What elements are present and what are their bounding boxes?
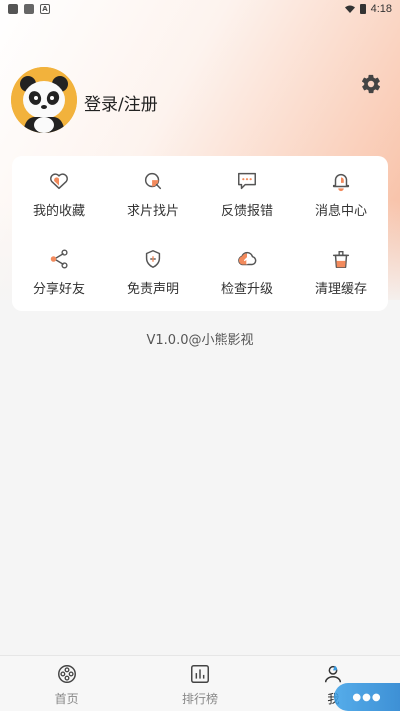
watermark-logo: ●●● [334,683,400,711]
notification-icon [8,4,18,14]
heart-icon [50,173,68,190]
nav-tab-label: 首页 [54,692,79,706]
cloud-upload-icon [238,251,257,265]
shield-icon [145,249,161,268]
menu-item-label: 我的收藏 [32,204,85,220]
feedback-icon [238,173,256,190]
nav-tab-home[interactable]: 首页 [0,656,133,711]
screen: A 4:18 登录/注册 我的收藏 求片找片 反馈报错 消息中心 分享好友 免责… [0,0,400,711]
menu-item-label: 免责声明 [126,281,179,297]
version-text: V1.0.0@小熊影视 [146,333,254,348]
menu-item-label: 求片找片 [126,204,179,220]
battery-icon [359,4,366,14]
avatar[interactable] [11,67,77,133]
menu-card: 我的收藏 求片找片 反馈报错 消息中心 分享好友 免责声明 检查升级 清理缓存 [12,156,388,311]
chart-icon [191,665,209,683]
menu-item-label: 分享好友 [32,281,85,297]
nav-tab-label: 排行榜 [181,692,218,706]
menu-item-feedback[interactable]: 反馈报错 [200,156,294,234]
profile-icon [325,665,342,683]
image-icon [24,4,34,14]
a-icon: A [40,4,50,14]
gear-icon[interactable] [360,73,382,95]
panda-avatar-icon [11,67,77,133]
menu-item-messages[interactable]: 消息中心 [294,156,388,234]
menu-item-label: 检查升级 [220,281,273,297]
login-register-link[interactable]: 登录/注册 [84,90,158,115]
share-icon [50,249,68,269]
status-time: 4:18 [370,3,392,15]
bell-icon [332,174,350,192]
menu-item-label: 消息中心 [314,204,367,220]
menu-item-favorites[interactable]: 我的收藏 [12,156,106,234]
menu-item-check-update[interactable]: 检查升级 [200,234,294,312]
status-bar: A 4:18 [0,0,400,18]
film-reel-icon [57,665,76,683]
nav-tab-ranking[interactable]: 排行榜 [133,656,266,711]
menu-item-request-film[interactable]: 求片找片 [106,156,200,234]
menu-item-share[interactable]: 分享好友 [12,234,106,312]
menu-item-disclaimer[interactable]: 免责声明 [106,234,200,312]
menu-item-label: 清理缓存 [314,281,367,297]
menu-item-label: 反馈报错 [220,204,273,220]
wifi-icon [344,5,355,13]
menu-item-clear-cache[interactable]: 清理缓存 [294,234,388,312]
search-film-icon [144,173,162,190]
trash-icon [332,250,350,268]
